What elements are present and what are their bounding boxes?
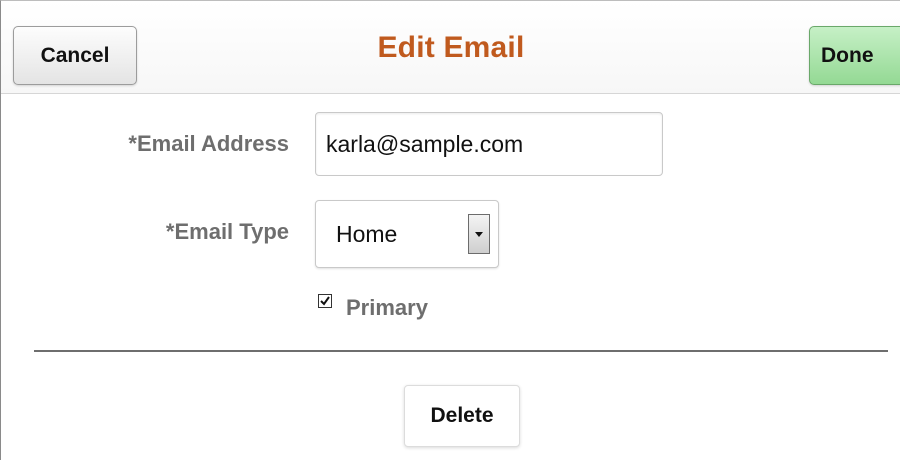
email-address-label: *Email Address [128, 131, 289, 156]
email-type-select[interactable]: Home [315, 200, 499, 268]
email-address-field[interactable]: karla@sample.com [315, 112, 663, 176]
primary-label: Primary [346, 295, 428, 320]
divider [34, 350, 888, 352]
delete-button[interactable]: Delete [404, 385, 520, 447]
primary-checkbox[interactable] [318, 294, 332, 308]
checkmark-icon [320, 296, 330, 306]
header-bar: Cancel Edit Email Done [1, 1, 900, 94]
chevron-down-icon[interactable] [468, 214, 490, 254]
done-button[interactable]: Done [809, 26, 900, 85]
email-type-selected-value: Home [336, 221, 398, 247]
edit-email-page: Cancel Edit Email Done *Email Address ka… [0, 0, 900, 460]
email-type-label: *Email Type [165, 219, 289, 244]
page-title: Edit Email [377, 31, 525, 64]
